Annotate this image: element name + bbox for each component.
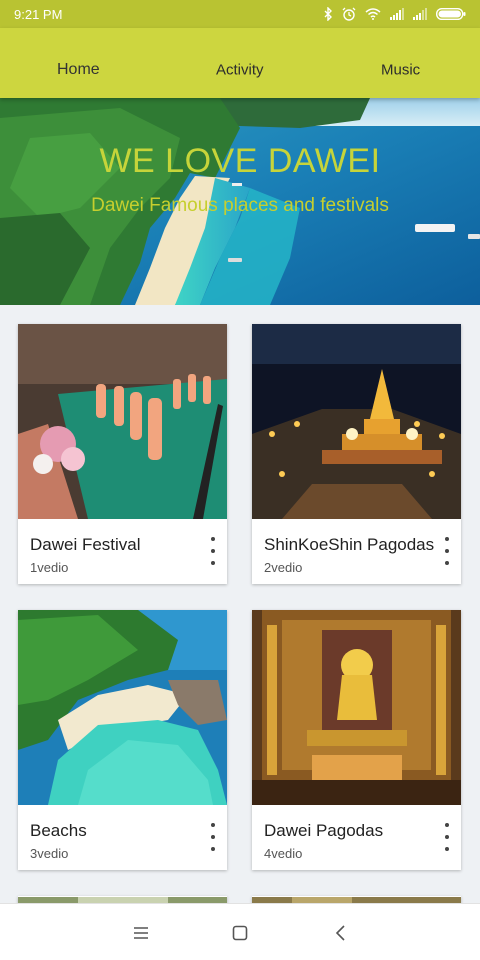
back-icon[interactable] — [331, 923, 351, 943]
card-thumbnail[interactable] — [18, 610, 227, 805]
card-title: Dawei Festival — [30, 535, 141, 554]
card-thumbnail[interactable] — [252, 324, 461, 519]
card-beaches[interactable]: Beachs 3vedio — [18, 610, 227, 870]
more-options-icon[interactable] — [205, 535, 221, 567]
card-festival[interactable]: Dawei Festival 1vedio — [18, 324, 227, 584]
more-options-icon[interactable] — [205, 821, 221, 853]
status-time: 9:21 PM — [14, 6, 63, 22]
wifi-icon — [365, 8, 381, 20]
tab-activity[interactable]: Activity — [216, 62, 264, 79]
card-title: Beachs — [30, 821, 87, 840]
card-thumbnail[interactable] — [252, 610, 461, 805]
hero-title: WE LOVE DAWEI — [99, 142, 381, 180]
card-video-count: 1vedio — [30, 560, 69, 575]
system-nav-bar — [0, 903, 480, 960]
alarm-icon — [342, 7, 356, 21]
card-thumbnail[interactable] — [18, 324, 227, 519]
card-shinkoeshin[interactable]: ShinKoeShin Pagodas 2vedio — [252, 324, 461, 584]
signal-icon — [390, 8, 404, 20]
card-title: ShinKoeShin Pagodas — [264, 535, 435, 554]
signal-icon-2 — [413, 8, 427, 20]
card-video-count: 3vedio — [30, 846, 69, 861]
card-title: Dawei Pagodas — [264, 821, 384, 840]
video-category-grid: Dawei Festival 1vedio ShinKoeShin Pagoda… — [0, 305, 480, 908]
hero-banner: WE LOVE DAWEI Dawei Famous places and fe… — [0, 98, 480, 305]
card-dawei-pagodas[interactable]: Dawei Pagodas 4vedio — [252, 610, 461, 870]
tab-home[interactable]: Home — [57, 61, 100, 79]
battery-icon — [436, 8, 466, 20]
status-bar: 9:21 PM — [0, 0, 480, 28]
more-options-icon[interactable] — [439, 535, 455, 567]
card-video-count: 2vedio — [264, 560, 303, 575]
status-icons — [323, 7, 466, 21]
bluetooth-icon — [323, 7, 333, 21]
phone-screen: 9:21 PM Home Activity Music WE LOVE DAWE… — [0, 0, 480, 960]
card-video-count: 4vedio — [264, 846, 303, 861]
hero-subtitle: Dawei Famous places and festivals — [91, 195, 389, 216]
tab-music[interactable]: Music — [381, 62, 420, 79]
more-options-icon[interactable] — [439, 821, 455, 853]
app-bar: Home Activity Music — [0, 28, 480, 98]
home-square-icon[interactable] — [230, 923, 250, 943]
menu-icon[interactable] — [131, 923, 151, 943]
